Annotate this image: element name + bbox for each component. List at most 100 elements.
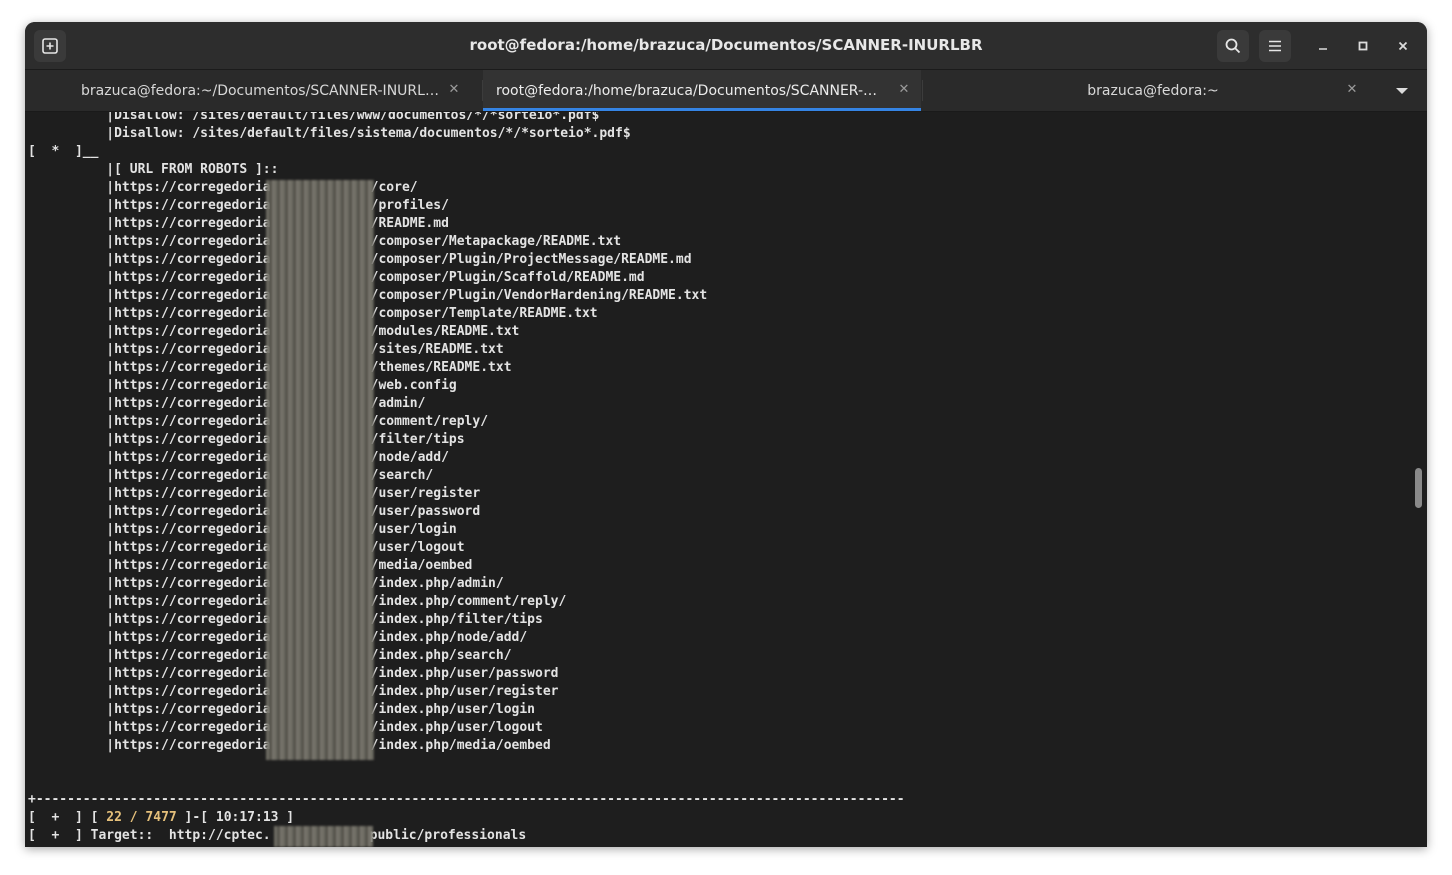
- status-count: 22 / 7477: [106, 810, 177, 825]
- url-prefix: |https://corregedoria: [28, 432, 271, 447]
- url-path: /composer/Metapackage/README.txt: [370, 234, 622, 249]
- robots-url-line: |https://corregedoria/media/oembed: [28, 557, 472, 575]
- url-path: /index.php/media/oembed: [370, 738, 551, 753]
- url-prefix: |https://corregedoria: [28, 594, 271, 609]
- terminal-window: root@fedora:/home/brazuca/Documentos/SCA…: [25, 22, 1427, 847]
- robots-url-line: |https://corregedoria/node/add/: [28, 449, 449, 467]
- robots-url-line: |https://corregedoria/user/password: [28, 503, 480, 521]
- maximize-icon: [1358, 41, 1368, 51]
- status-suffix: ]-[ 10:17:13 ]: [176, 810, 295, 825]
- url-path: /composer/Template/README.txt: [370, 306, 598, 321]
- url-path: /themes/README.txt: [370, 360, 512, 375]
- url-path: /index.php/user/logout: [370, 720, 543, 735]
- search-icon: [1225, 38, 1241, 54]
- url-prefix: |https://corregedoria: [28, 342, 271, 357]
- url-prefix: |https://corregedoria: [28, 252, 271, 267]
- tab-label: brazuca@fedora:~/Documentos/SCANNER-INUR…: [81, 82, 441, 99]
- redacted-target-blur: [274, 826, 373, 847]
- url-prefix: |https://corregedoria: [28, 612, 271, 627]
- url-path: /user/login: [370, 522, 457, 537]
- active-tab-indicator: [483, 108, 921, 111]
- tab-close-button[interactable]: ✕: [447, 83, 461, 97]
- search-button[interactable]: [1217, 30, 1249, 62]
- url-prefix: |https://corregedoria: [28, 702, 271, 717]
- tab-brazuca-scanner[interactable]: brazuca@fedora:~/Documentos/SCANNER-INUR…: [25, 70, 481, 111]
- url-prefix: |https://corregedoria: [28, 684, 271, 699]
- url-path: /composer/Plugin/ProjectMessage/README.m…: [370, 252, 692, 267]
- url-path: /core/: [370, 180, 418, 195]
- status-line: [ + ] [ 22 / 7477 ]-[ 10:17:13 ]: [28, 809, 294, 827]
- url-path: /media/oembed: [370, 558, 473, 573]
- tab-label: brazuca@fedora:~: [1087, 82, 1219, 99]
- hamburger-menu-icon: [1269, 40, 1281, 52]
- target-suffix: public/professionals: [369, 828, 527, 843]
- url-prefix: |https://corregedoria: [28, 486, 271, 501]
- url-path: /profiles/: [370, 198, 449, 213]
- url-prefix: |https://corregedoria: [28, 540, 271, 555]
- minimize-icon: [1319, 48, 1327, 50]
- url-path: /node/add/: [370, 450, 449, 465]
- url-path: /filter/tips: [370, 432, 465, 447]
- tab-close-button[interactable]: ✕: [897, 83, 911, 97]
- robots-url-line: |https://corregedoria/user/register: [28, 485, 480, 503]
- robots-url-line: |https://corregedoria/profiles/: [28, 197, 449, 215]
- maximize-button[interactable]: [1351, 34, 1375, 58]
- url-prefix: |https://corregedoria: [28, 306, 271, 321]
- url-prefix: |https://corregedoria: [28, 630, 271, 645]
- url-prefix: |https://corregedoria: [28, 378, 271, 393]
- robots-url-line: |https://corregedoria/filter/tips: [28, 431, 465, 449]
- redacted-domain-blur: [266, 180, 374, 760]
- url-path: /web.config: [370, 378, 457, 393]
- url-prefix: |https://corregedoria: [28, 234, 271, 249]
- tab-close-button[interactable]: ✕: [1345, 83, 1359, 97]
- url-prefix: |https://corregedoria: [28, 558, 271, 573]
- target-prefix: [ + ] Target:: http://cptec.: [28, 828, 271, 843]
- terminal-line: |Disallow: /sites/default/files/www/docu…: [28, 112, 600, 123]
- robots-url-line: |https://corregedoria/user/login: [28, 521, 457, 539]
- url-prefix: |https://corregedoria: [28, 666, 271, 681]
- url-prefix: |https://corregedoria: [28, 270, 271, 285]
- tab-bar: brazuca@fedora:~/Documentos/SCANNER-INUR…: [25, 70, 1427, 112]
- main-menu-button[interactable]: [1259, 30, 1291, 62]
- robots-url-line: |https://corregedoria/user/logout: [28, 539, 464, 557]
- url-path: /index.php/user/password: [370, 666, 559, 681]
- tab-brazuca-home[interactable]: brazuca@fedora:~ ✕: [923, 70, 1371, 111]
- url-prefix: |https://corregedoria: [28, 198, 271, 213]
- scrollbar-thumb[interactable]: [1415, 468, 1422, 508]
- url-path: /modules/README.txt: [370, 324, 520, 339]
- new-tab-button[interactable]: [34, 30, 66, 62]
- url-path: /composer/Plugin/Scaffold/README.md: [370, 270, 645, 285]
- url-prefix: |https://corregedoria: [28, 414, 271, 429]
- url-path: /search/: [370, 468, 434, 483]
- terminal-output[interactable]: |Disallow: /sites/default/files/www/docu…: [25, 112, 1427, 847]
- separator-line: +---------------------------------------…: [28, 792, 905, 807]
- url-prefix: |https://corregedoria: [28, 738, 271, 753]
- url-prefix: |https://corregedoria: [28, 522, 271, 537]
- new-tab-icon: [42, 38, 58, 54]
- tab-root-scanner[interactable]: root@fedora:/home/brazuca/Documentos/SCA…: [483, 70, 921, 111]
- url-path: /user/password: [370, 504, 481, 519]
- robots-url-line: |https://corregedoria/web.config: [28, 377, 457, 395]
- close-window-button[interactable]: [1391, 34, 1415, 58]
- minimize-button[interactable]: [1311, 34, 1335, 58]
- status-prefix: [ + ] [: [28, 810, 107, 825]
- url-prefix: |https://corregedoria: [28, 216, 271, 231]
- url-path: /composer/Plugin/VendorHardening/README.…: [370, 288, 708, 303]
- tab-label: root@fedora:/home/brazuca/Documentos/SCA…: [496, 82, 878, 99]
- terminal-line: [ * ]__: [28, 144, 99, 159]
- url-path: /index.php/admin/: [370, 576, 504, 591]
- url-path: /index.php/search/: [370, 648, 512, 663]
- terminal-line: |Disallow: /sites/default/files/sistema/…: [28, 126, 631, 141]
- url-path: /index.php/comment/reply/: [370, 594, 567, 609]
- chevron-down-icon[interactable]: [1395, 84, 1409, 98]
- close-icon: [1398, 41, 1408, 51]
- terminal-line: |[ URL FROM ROBOTS ]::: [28, 162, 279, 177]
- url-prefix: |https://corregedoria: [28, 720, 271, 735]
- url-path: /comment/reply/: [370, 414, 489, 429]
- url-prefix: |https://corregedoria: [28, 576, 271, 591]
- url-prefix: |https://corregedoria: [28, 360, 271, 375]
- url-prefix: |https://corregedoria: [28, 450, 271, 465]
- url-path: /user/register: [370, 486, 481, 501]
- url-path: /index.php/node/add/: [370, 630, 528, 645]
- url-path: /index.php/user/login: [370, 702, 536, 717]
